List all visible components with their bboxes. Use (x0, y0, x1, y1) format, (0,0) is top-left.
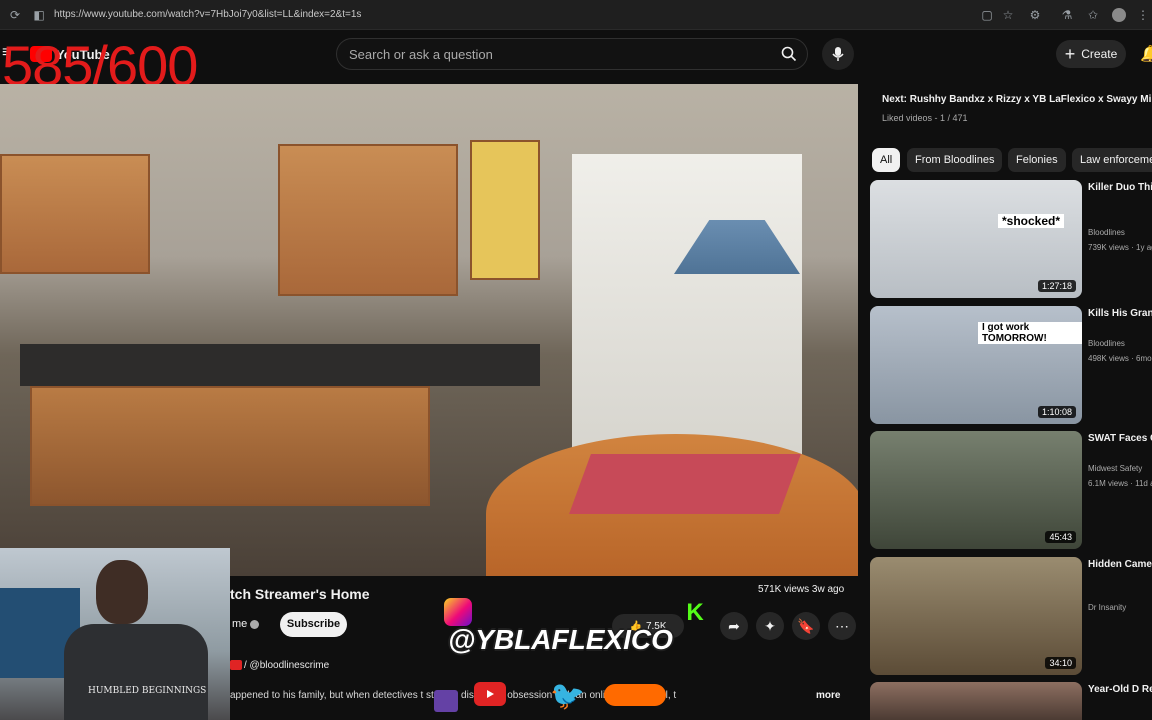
ask-button[interactable]: ✦ (756, 612, 784, 640)
channel-handle-link[interactable]: / @bloodlinescrime (244, 660, 329, 671)
share-button[interactable]: ➦ (720, 612, 748, 640)
instagram-icon (444, 598, 472, 626)
recommended-channel[interactable]: Midwest Safety (1088, 464, 1142, 473)
scene-cabinet (470, 140, 540, 280)
soundcloud-icon (604, 684, 666, 706)
recommended-title[interactable]: Year-Old D Realize Police She's The Kill (1088, 683, 1152, 696)
thumbnail-caption: *shocked* (998, 214, 1065, 228)
recommended-title[interactable]: Killer Duo Thi Got Away Wit (They Didn't… (1088, 181, 1152, 194)
notification-bell-icon[interactable]: 🔔 (1140, 44, 1152, 64)
more-dots-icon: ⋯ (835, 617, 849, 634)
more-actions-button[interactable]: ⋯ (828, 612, 856, 640)
recommended-thumbnail[interactable] (870, 682, 1082, 720)
scene-placemat (569, 454, 801, 514)
recommended-channel[interactable]: Bloodlines (1088, 228, 1125, 237)
voice-search-button[interactable] (822, 38, 854, 70)
streamer-head (96, 560, 148, 624)
share-icon: ➦ (728, 617, 740, 634)
reload-icon[interactable]: ⟳ (8, 8, 22, 22)
scene-lower-cabinets (30, 386, 430, 506)
twitch-icon (434, 690, 458, 712)
video-duration: 34:10 (1045, 657, 1076, 669)
kick-icon: K (686, 599, 704, 626)
search-button[interactable] (771, 39, 807, 69)
video-duration: 1:10:08 (1037, 406, 1076, 418)
chip-all[interactable]: All (872, 148, 901, 172)
scene-countertop (20, 344, 540, 386)
recommended-thumbnail[interactable]: I got work TOMORROW! 1:10:08 (870, 306, 1082, 424)
search-box[interactable]: Search or ask a question (336, 38, 808, 70)
microphone-icon (832, 47, 844, 61)
recommended-meta: 739K views · 1y ago (1088, 243, 1152, 252)
save-button[interactable]: 🔖 (792, 612, 820, 640)
create-button[interactable]: + Create (1056, 40, 1126, 68)
address-bar[interactable]: https://www.youtube.com/watch?v=7HbJoi7y… (54, 9, 361, 20)
menu-dots-icon[interactable]: ⋮ (1136, 8, 1150, 22)
verified-icon (250, 620, 259, 629)
bookmark-icon: 🔖 (797, 617, 815, 634)
create-label: Create (1081, 47, 1118, 61)
youtube-social-icon (474, 682, 506, 706)
streamer-webcam: HUMBLED BEGINNINGS (0, 548, 230, 720)
browser-bar: ⟳ ◧ https://www.youtube.com/watch?v=7HbJ… (0, 0, 1152, 30)
recommended-thumbnail[interactable]: *shocked* 1:27:18 (870, 180, 1082, 298)
scene-cabinet (0, 154, 150, 274)
recommended-thumbnail[interactable]: 45:43 (870, 431, 1082, 549)
favorites-icon[interactable]: ✩ (1086, 8, 1100, 22)
thumbnail-caption: I got work TOMORROW! (978, 322, 1082, 344)
chip-from-bloodlines[interactable]: From Bloodlines (907, 148, 1003, 172)
recommended-meta: 498K views · 6mo a (1088, 354, 1152, 363)
site-info-icon[interactable]: ◧ (32, 8, 46, 22)
recommended-channel[interactable]: Bloodlines (1088, 339, 1125, 348)
recommended-thumbnail[interactable]: 34:10 (870, 557, 1082, 675)
next-up[interactable]: Next: Rushhy Bandxz x Rizzy x YB LaFlexi… (882, 94, 1152, 105)
recommended-title[interactable]: Hidden Came Wanted Killer Inside Family (1088, 558, 1152, 571)
recommended-title[interactable]: SWAT Faces C Killer 43 Year (1088, 432, 1152, 445)
scene-cabinet (278, 144, 458, 296)
shirt-text: HUMBLED BEGINNINGS (88, 686, 207, 696)
video-title: tch Streamer's Home (230, 586, 370, 602)
lab-icon[interactable]: ⚗ (1060, 8, 1074, 22)
streamer-body (64, 624, 208, 720)
twitter-icon: 🐦 (550, 680, 585, 711)
search-input[interactable]: Search or ask a question (349, 47, 493, 62)
recommended-channel[interactable]: Dr Insanity (1088, 603, 1126, 612)
subscribe-button[interactable]: Subscribe (280, 612, 347, 637)
stream-handle-overlay: @YBLAFLEXICO (448, 624, 673, 655)
youtube-small-icon (230, 660, 242, 670)
sparkle-icon: ✦ (764, 617, 776, 634)
recommended-title[interactable]: Kills His Gran Thinks He's G (1088, 307, 1152, 320)
search-icon (781, 46, 797, 62)
description-more-link[interactable]: more (816, 690, 840, 701)
translate-icon[interactable]: ▢ (980, 8, 994, 22)
extension-icon[interactable]: ⚙ (1028, 8, 1042, 22)
recommended-meta: 6.1M views · 11d ag (1088, 479, 1152, 488)
chip-felonies[interactable]: Felonies (1008, 148, 1066, 172)
channel-name[interactable]: me (232, 618, 247, 630)
video-views: 571K views 3w ago (758, 584, 845, 595)
chip-law-enforcement[interactable]: Law enforcement (1072, 148, 1152, 172)
video-duration: 45:43 (1045, 531, 1076, 543)
video-player[interactable] (0, 84, 858, 576)
profile-avatar[interactable] (1112, 8, 1126, 22)
bookmark-star-icon[interactable]: ☆ (1001, 8, 1015, 22)
plus-icon: + (1064, 44, 1076, 64)
video-duration: 1:27:18 (1037, 280, 1076, 292)
playlist-position: Liked videos - 1 / 471 (882, 113, 968, 123)
